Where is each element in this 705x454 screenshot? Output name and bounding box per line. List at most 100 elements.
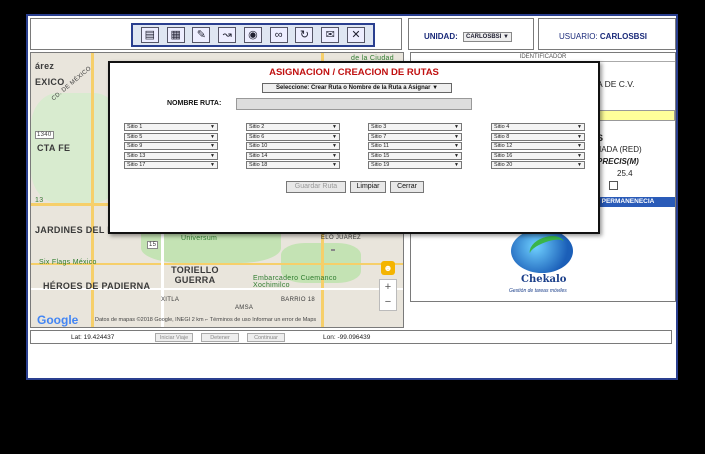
route-name-label: NOMBRE RUTA: bbox=[167, 100, 222, 107]
site-select[interactable]: Sitio 2 ▼ bbox=[246, 123, 340, 131]
site-select-value: Sitio 4 bbox=[494, 124, 510, 130]
site-select[interactable]: Sitio 3 ▼ bbox=[368, 123, 462, 131]
pin-icon[interactable]: ✎ bbox=[192, 27, 211, 43]
dropdown-arrow-icon: ▼ bbox=[332, 143, 337, 149]
route-name-input[interactable] bbox=[236, 98, 472, 110]
site-select[interactable]: Sitio 16 ▼ bbox=[491, 151, 585, 160]
site-select-value: Sitio 13 bbox=[127, 152, 146, 159]
dropdown-arrow-icon: ▼ bbox=[577, 162, 582, 168]
usuario-value: CARLOSBSI bbox=[599, 32, 648, 41]
chekalo-logo: Chekalo Gestión de tareas móviles bbox=[503, 229, 587, 299]
map-label: Six Flags México bbox=[39, 259, 97, 266]
dropdown-arrow-icon: ▼ bbox=[332, 133, 337, 140]
map-label: 13 bbox=[35, 197, 44, 204]
site-select[interactable]: Sitio 6 ▼ bbox=[246, 132, 340, 141]
status-bar: Lat: 19.424437 Iniciar Viaje Detener Con… bbox=[30, 330, 672, 344]
precision-value: 25.4 bbox=[617, 169, 633, 178]
site-select[interactable]: Sitio 12 ▼ bbox=[491, 142, 585, 150]
dropdown-arrow-icon: ▼ bbox=[577, 143, 582, 149]
route-icon[interactable]: ↝ bbox=[218, 27, 237, 43]
site-select[interactable]: Sitio 15 ▼ bbox=[368, 151, 462, 160]
dropdown-arrow-icon: ▼ bbox=[454, 143, 459, 149]
dropdown-arrow-icon: ▼ bbox=[454, 152, 459, 159]
map-label: 15 bbox=[147, 241, 159, 249]
dropdown-arrow-icon: ▼ bbox=[454, 124, 459, 130]
site-select[interactable]: Sitio 10 ▼ bbox=[246, 142, 340, 150]
site-select-value: Sitio 8 bbox=[494, 133, 510, 140]
map-attribution[interactable]: Datos de mapas ©2018 Google, INEGI 2 km … bbox=[95, 317, 316, 323]
route-select-value: Seleccione: Crear Ruta o Nombre de la Ru… bbox=[275, 85, 431, 91]
dropdown-arrow-icon: ▼ bbox=[577, 133, 582, 140]
save-route-button[interactable]: Guardar Ruta bbox=[286, 181, 346, 193]
site-select-value: Sitio 1 bbox=[127, 124, 143, 130]
mail-icon[interactable]: ✉ bbox=[321, 27, 340, 43]
refresh-icon[interactable]: ↻ bbox=[295, 27, 314, 43]
dropdown-arrow-icon: ▼ bbox=[210, 124, 215, 130]
dropdown-arrow-icon: ▼ bbox=[210, 143, 215, 149]
site-select[interactable]: Sitio 4 ▼ bbox=[491, 123, 585, 131]
route-assignment-dialog: ASIGNACION / CREACION DE RUTAS Seleccion… bbox=[108, 61, 600, 234]
map-label: TORIELLO GUERRA bbox=[171, 265, 219, 285]
zoom-in-button[interactable]: + bbox=[380, 280, 396, 295]
toolbar: ▤ ▦ ✎ ↝ ◉ ∞ ↻ ✉ ✕ bbox=[30, 18, 402, 50]
precision-label: PRECIS(M) bbox=[597, 157, 639, 166]
site-select[interactable]: Sitio 7 ▼ bbox=[368, 132, 462, 141]
binoculars-icon[interactable]: ∞ bbox=[269, 27, 288, 43]
close-button[interactable]: Cerrar bbox=[390, 181, 424, 193]
site-select[interactable]: Sitio 9 ▼ bbox=[124, 142, 218, 150]
site-select[interactable]: Sitio 20 ▼ bbox=[491, 161, 585, 169]
site-select-value: Sitio 17 bbox=[127, 162, 146, 168]
site-select[interactable]: Sitio 1 ▼ bbox=[124, 123, 218, 131]
site-select-value: Sitio 2 bbox=[249, 124, 265, 130]
close-icon[interactable]: ✕ bbox=[347, 27, 365, 43]
map-icon[interactable]: ▦ bbox=[166, 27, 185, 43]
site-select-value: Sitio 5 bbox=[127, 133, 143, 140]
site-select[interactable]: Sitio 5 ▼ bbox=[124, 132, 218, 141]
start-trip-button[interactable]: Iniciar Viaje bbox=[155, 333, 193, 342]
dropdown-arrow-icon: ▼ bbox=[332, 124, 337, 130]
toolbar-icon-group: ▤ ▦ ✎ ↝ ◉ ∞ ↻ ✉ ✕ bbox=[131, 23, 375, 47]
site-select[interactable]: Sitio 14 ▼ bbox=[246, 151, 340, 160]
site-select[interactable]: Sitio 13 ▼ bbox=[124, 151, 218, 160]
site-select-value: Sitio 15 bbox=[371, 152, 390, 159]
clear-button[interactable]: Limpiar bbox=[350, 181, 386, 193]
map-label: Embarcadero Cuemanco Xochimilco bbox=[253, 275, 337, 289]
site-select-value: Sitio 3 bbox=[371, 124, 387, 130]
site-select[interactable]: Sitio 11 ▼ bbox=[368, 142, 462, 150]
usuario-label: USUARIO: bbox=[559, 32, 598, 41]
site-select-value: Sitio 19 bbox=[371, 162, 390, 168]
dropdown-arrow-icon: ▼ bbox=[577, 152, 582, 159]
zoom-control: + − bbox=[379, 279, 397, 311]
site-select[interactable]: Sitio 18 ▼ bbox=[246, 161, 340, 169]
route-select[interactable]: Seleccione: Crear Ruta o Nombre de la Ru… bbox=[262, 83, 452, 93]
globe-icon[interactable]: ◉ bbox=[243, 27, 262, 43]
map-label: XITLA bbox=[161, 297, 180, 303]
unidad-value: CARLOSBSI bbox=[466, 34, 502, 40]
site-select-value: Sitio 14 bbox=[249, 152, 268, 159]
site-select-value: Sitio 11 bbox=[371, 143, 389, 149]
user-box: USUARIO: CARLOSBSI bbox=[538, 18, 676, 50]
street-view-pegman-icon[interactable]: ☻ bbox=[381, 261, 395, 275]
site-select[interactable]: Sitio 19 ▼ bbox=[368, 161, 462, 169]
site-select-value: Sitio 7 bbox=[371, 133, 387, 140]
site-select-value: Sitio 6 bbox=[249, 133, 265, 140]
google-logo: Google bbox=[37, 313, 79, 327]
unidad-label: UNIDAD: bbox=[424, 32, 458, 41]
continue-button[interactable]: Continuar bbox=[247, 333, 285, 342]
map-label: CTA FE bbox=[37, 143, 71, 153]
zoom-out-button[interactable]: − bbox=[380, 295, 396, 310]
site-select-value: Sitio 10 bbox=[249, 143, 268, 149]
site-select[interactable]: Sitio 17 ▼ bbox=[124, 161, 218, 169]
dialog-title: ASIGNACION / CREACION DE RUTAS bbox=[269, 67, 439, 78]
logo-name: Chekalo bbox=[521, 274, 567, 285]
site-select-value: Sitio 9 bbox=[127, 143, 143, 149]
site-select[interactable]: Sitio 8 ▼ bbox=[491, 132, 585, 141]
stop-button[interactable]: Detener bbox=[201, 333, 239, 342]
dropdown-arrow-icon: ▼ bbox=[454, 133, 459, 140]
map-label: 1340 bbox=[35, 131, 54, 139]
book-icon[interactable]: ▤ bbox=[140, 27, 159, 43]
dropdown-arrow-icon: ▼ bbox=[454, 162, 459, 168]
site-select-value: Sitio 12 bbox=[494, 143, 513, 149]
option-checkbox[interactable] bbox=[609, 181, 618, 190]
unidad-select[interactable]: CARLOSBSI ▼ bbox=[463, 32, 512, 42]
